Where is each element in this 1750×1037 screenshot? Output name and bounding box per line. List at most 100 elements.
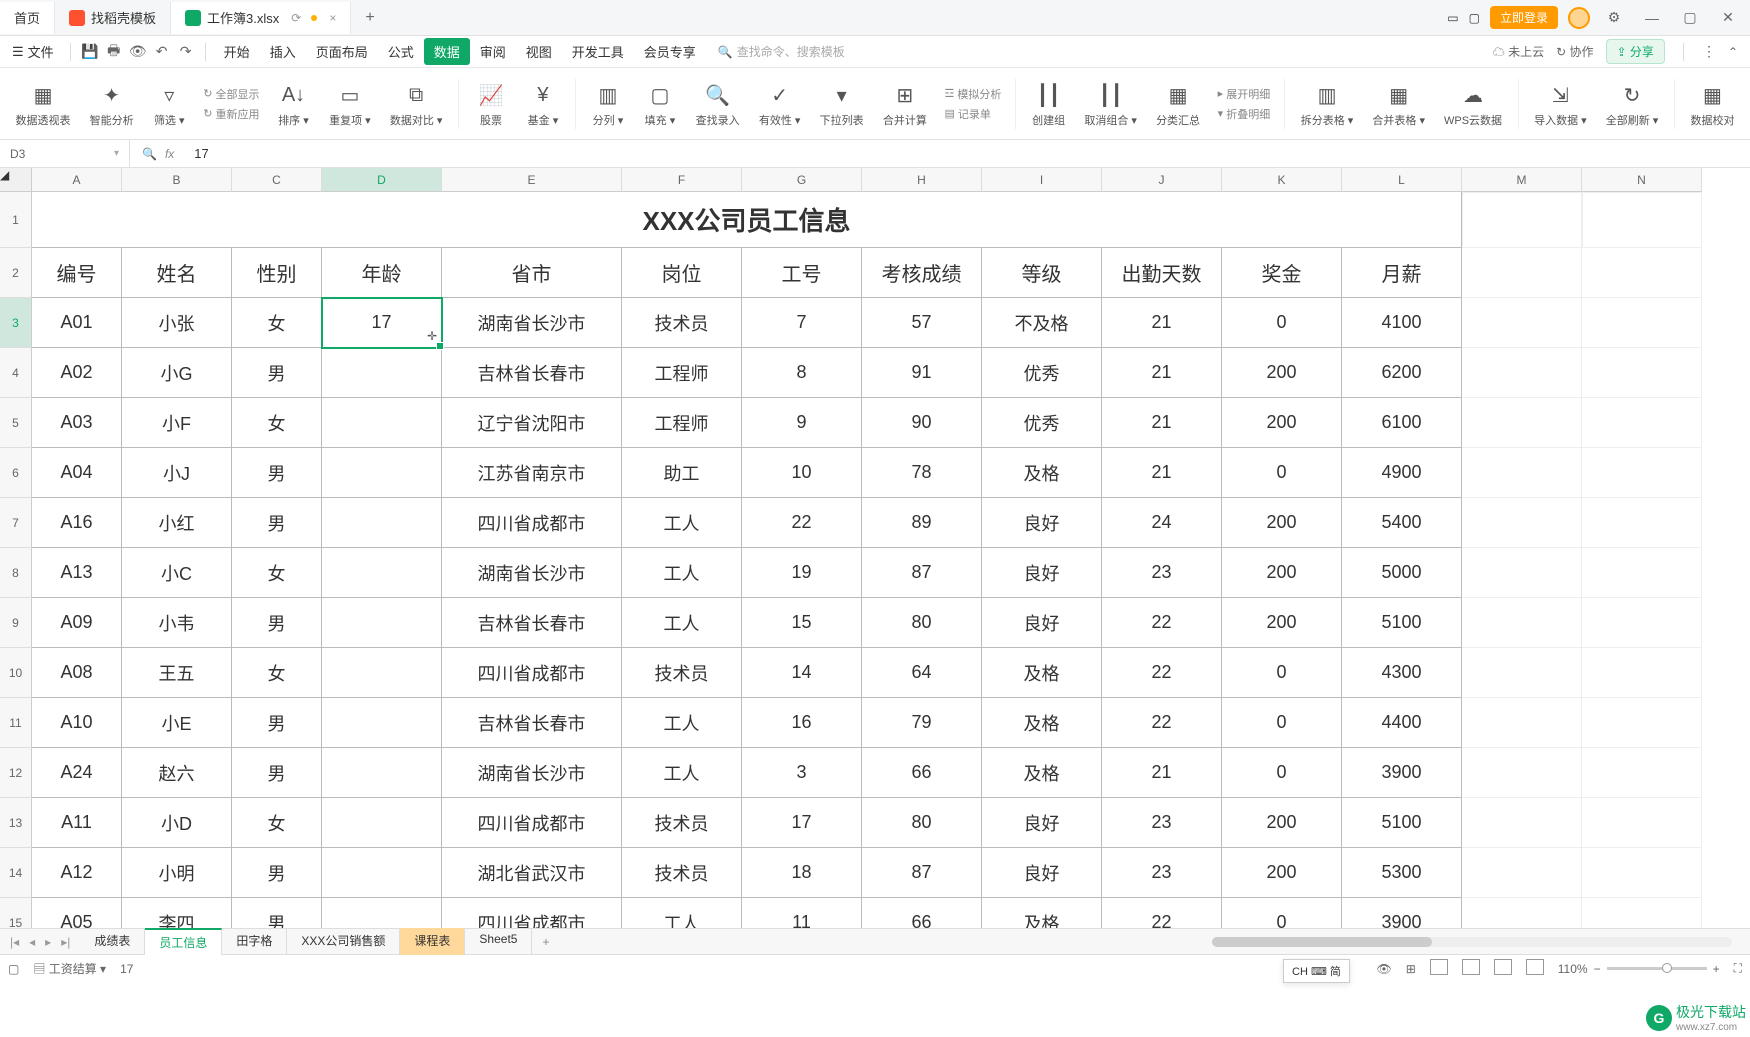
data-cell[interactable]: 8: [742, 348, 862, 398]
data-cell[interactable]: 女: [232, 798, 322, 848]
ribbon-全部显示[interactable]: ↻全部显示: [203, 86, 259, 102]
header-cell[interactable]: 奖金: [1222, 248, 1342, 298]
ribbon-展开明细[interactable]: ▸展开明细: [1218, 86, 1271, 102]
col-header-E[interactable]: E: [442, 168, 622, 192]
ribbon-下拉列表[interactable]: ▾下拉列表: [812, 78, 871, 130]
row-header-7[interactable]: 7: [0, 498, 32, 548]
data-cell[interactable]: 80: [862, 798, 982, 848]
data-cell[interactable]: 及格: [982, 698, 1102, 748]
data-cell[interactable]: 助工: [622, 448, 742, 498]
data-cell[interactable]: [322, 348, 442, 398]
header-cell[interactable]: 月薪: [1342, 248, 1462, 298]
header-cell[interactable]: 工号: [742, 248, 862, 298]
ribbon-折叠明细[interactable]: ▾折叠明细: [1218, 106, 1271, 122]
data-cell[interactable]: 200: [1222, 498, 1342, 548]
col-header-K[interactable]: K: [1222, 168, 1342, 192]
data-cell[interactable]: 良好: [982, 798, 1102, 848]
data-cell[interactable]: 工人: [622, 548, 742, 598]
data-cell[interactable]: 17✛: [322, 298, 442, 348]
data-cell[interactable]: 女: [232, 298, 322, 348]
data-cell[interactable]: A10: [32, 698, 122, 748]
maximize-button[interactable]: ▢: [1676, 9, 1704, 26]
tab-add[interactable]: +: [351, 2, 388, 34]
zoom-out-icon[interactable]: −: [1594, 962, 1601, 976]
data-cell[interactable]: 女: [232, 398, 322, 448]
tab-close-icon[interactable]: ⟳: [291, 11, 301, 25]
share-button[interactable]: ⇪ 分享: [1606, 39, 1665, 64]
view-reader-icon[interactable]: [1526, 959, 1544, 978]
data-cell[interactable]: 14: [742, 648, 862, 698]
row-header-8[interactable]: 8: [0, 548, 32, 598]
add-sheet-button[interactable]: +: [532, 931, 559, 953]
tab-file-active[interactable]: 工作簿3.xlsx ⟳ ×: [171, 2, 351, 34]
undo-icon[interactable]: ↶: [151, 41, 173, 63]
data-cell[interactable]: 小D: [122, 798, 232, 848]
data-cell[interactable]: 22: [1102, 698, 1222, 748]
data-cell[interactable]: 四川省成都市: [442, 898, 622, 928]
ribbon-合并表格[interactable]: ▦合并表格 ▾: [1365, 78, 1433, 130]
data-cell[interactable]: A01: [32, 298, 122, 348]
data-cell[interactable]: 及格: [982, 448, 1102, 498]
data-cell[interactable]: 小韦: [122, 598, 232, 648]
data-cell[interactable]: 24: [1102, 498, 1222, 548]
ribbon-排序[interactable]: A↓排序 ▾: [269, 78, 317, 130]
data-cell[interactable]: A11: [32, 798, 122, 848]
data-cell[interactable]: A04: [32, 448, 122, 498]
ribbon-数据对比[interactable]: ⧉数据对比 ▾: [382, 78, 450, 130]
close-button[interactable]: ✕: [1714, 9, 1742, 26]
data-cell[interactable]: 及格: [982, 648, 1102, 698]
row-header-3[interactable]: 3: [0, 298, 32, 348]
data-cell[interactable]: 4400: [1342, 698, 1462, 748]
header-cell[interactable]: 姓名: [122, 248, 232, 298]
data-cell[interactable]: 女: [232, 548, 322, 598]
data-cell[interactable]: 4900: [1342, 448, 1462, 498]
data-cell[interactable]: A12: [32, 848, 122, 898]
ribbon-模拟分析[interactable]: ☲模拟分析: [945, 86, 1002, 102]
data-cell[interactable]: 良好: [982, 498, 1102, 548]
sheet-next-icon[interactable]: ▸: [41, 935, 55, 949]
data-cell[interactable]: 80: [862, 598, 982, 648]
sheet-tab-田字格[interactable]: 田字格: [222, 928, 287, 955]
col-header-F[interactable]: F: [622, 168, 742, 192]
data-cell[interactable]: 江苏省南京市: [442, 448, 622, 498]
row-header-4[interactable]: 4: [0, 348, 32, 398]
formula-input[interactable]: 17: [186, 146, 1750, 161]
data-cell[interactable]: 22: [742, 498, 862, 548]
data-cell[interactable]: 不及格: [982, 298, 1102, 348]
header-cell[interactable]: 省市: [442, 248, 622, 298]
sheet-first-icon[interactable]: |◂: [6, 935, 23, 949]
tab-close-x-icon[interactable]: ×: [329, 11, 336, 25]
redo-icon[interactable]: ↷: [175, 41, 197, 63]
sheet-last-icon[interactable]: ▸|: [57, 935, 74, 949]
data-cell[interactable]: [322, 898, 442, 928]
col-header-H[interactable]: H: [862, 168, 982, 192]
save-icon[interactable]: 💾: [79, 41, 101, 63]
ribbon-数据校对[interactable]: ▦数据校对: [1683, 78, 1742, 130]
data-cell[interactable]: 15: [742, 598, 862, 648]
data-cell[interactable]: 200: [1222, 398, 1342, 448]
ribbon-基金[interactable]: ¥基金 ▾: [519, 78, 567, 130]
data-cell[interactable]: 湖南省长沙市: [442, 548, 622, 598]
data-cell[interactable]: 四川省成都市: [442, 648, 622, 698]
data-cell[interactable]: 23: [1102, 548, 1222, 598]
data-cell[interactable]: 3900: [1342, 898, 1462, 928]
data-cell[interactable]: A24: [32, 748, 122, 798]
window-split-icon[interactable]: ▭: [1447, 11, 1458, 25]
data-cell[interactable]: 技术员: [622, 648, 742, 698]
data-cell[interactable]: 18: [742, 848, 862, 898]
menu-会员专享[interactable]: 会员专享: [634, 38, 706, 65]
ribbon-查找录入[interactable]: 🔍查找录入: [688, 78, 747, 130]
fullscreen-icon[interactable]: ⛶: [1734, 961, 1742, 976]
data-cell[interactable]: 女: [232, 648, 322, 698]
ribbon-创建组[interactable]: ┃┃创建组: [1024, 78, 1072, 130]
ribbon-数据透视表[interactable]: ▦数据透视表: [8, 78, 78, 130]
data-cell[interactable]: 3900: [1342, 748, 1462, 798]
status-calc[interactable]: ▤ 工资结算 ▾: [33, 960, 106, 977]
data-cell[interactable]: 小C: [122, 548, 232, 598]
data-cell[interactable]: 四川省成都市: [442, 498, 622, 548]
tab-home[interactable]: 首页: [0, 2, 55, 34]
window-list-icon[interactable]: ▢: [1469, 11, 1480, 25]
data-cell[interactable]: 男: [232, 698, 322, 748]
data-cell[interactable]: 200: [1222, 798, 1342, 848]
data-cell[interactable]: 工人: [622, 498, 742, 548]
